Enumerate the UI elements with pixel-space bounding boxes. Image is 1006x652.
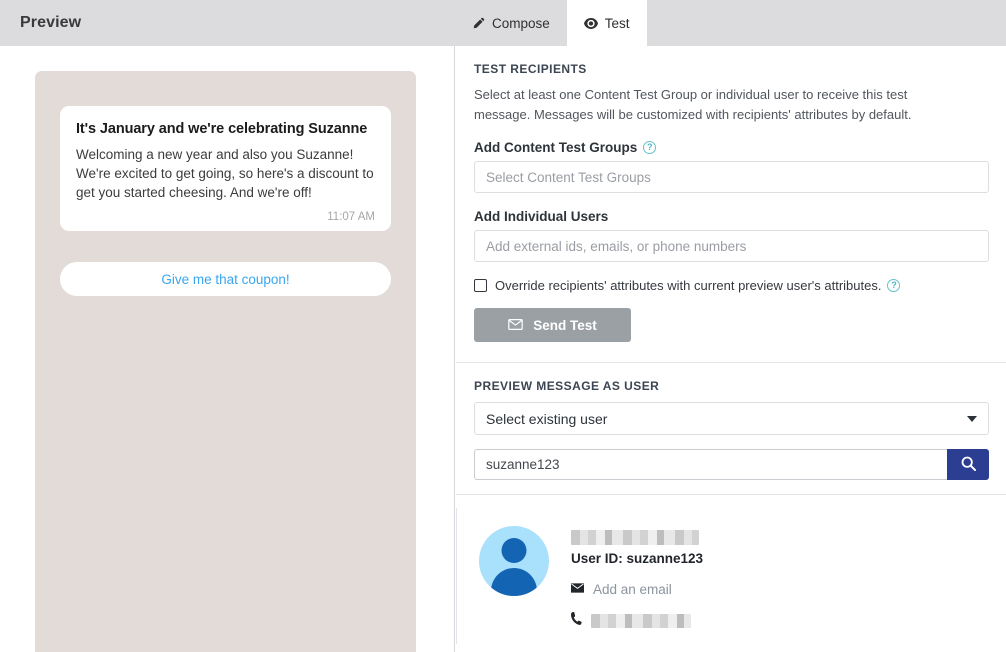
question-circle-icon[interactable]: ? bbox=[643, 141, 657, 155]
individual-users-label-text: Add Individual Users bbox=[474, 209, 609, 225]
page-title: Preview bbox=[20, 14, 82, 31]
individual-users-label: Add Individual Users bbox=[474, 209, 988, 224]
content-test-groups-label: Add Content Test Groups ? bbox=[474, 140, 988, 155]
tab-bar: Compose Test bbox=[455, 0, 647, 46]
message-timestamp: 11:07 AM bbox=[327, 211, 375, 224]
override-attributes-row: Override recipients' attributes with cur… bbox=[474, 278, 988, 293]
preview-user-profile: User ID: suzanne123 Add an email bbox=[456, 508, 1006, 645]
test-recipients-section: TEST RECIPIENTS Select at least one Cont… bbox=[456, 46, 1006, 343]
existing-user-select-wrap: Select existing user bbox=[474, 402, 989, 436]
user-name-redacted bbox=[571, 530, 699, 546]
content-test-groups-input[interactable] bbox=[474, 161, 989, 194]
preview-as-user-heading: PREVIEW MESSAGE AS USER bbox=[474, 379, 660, 394]
tab-compose-label: Compose bbox=[492, 15, 550, 31]
preview-as-user-section: PREVIEW MESSAGE AS USER Select existing … bbox=[456, 363, 1006, 481]
envelope-icon bbox=[508, 318, 524, 333]
override-attributes-label-text: Override recipients' attributes with cur… bbox=[495, 278, 882, 294]
test-recipients-heading: TEST RECIPIENTS bbox=[474, 62, 587, 76]
existing-user-select[interactable]: Select existing user bbox=[474, 402, 989, 436]
envelope-icon bbox=[571, 580, 584, 598]
user-phone-redacted bbox=[591, 614, 691, 629]
add-email-link[interactable]: Add an email bbox=[593, 582, 672, 597]
coupon-cta-button[interactable]: Give me that coupon! bbox=[60, 262, 391, 296]
user-id-label: User ID: suzanne123 bbox=[571, 551, 704, 567]
profile-details: User ID: suzanne123 Add an email bbox=[571, 526, 703, 644]
user-search-input[interactable] bbox=[474, 449, 947, 481]
send-test-label: Send Test bbox=[533, 317, 597, 333]
individual-users-input[interactable] bbox=[474, 230, 989, 263]
profile-divider bbox=[456, 494, 1006, 496]
top-bar: Preview Compose Test bbox=[0, 0, 1006, 46]
test-settings-pane: TEST RECIPIENTS Select at least one Cont… bbox=[456, 46, 1006, 652]
override-attributes-label: Override recipients' attributes with cur… bbox=[495, 278, 901, 294]
preview-pane: It's January and we're celebrating Suzan… bbox=[0, 46, 455, 652]
device-frame: It's January and we're celebrating Suzan… bbox=[35, 71, 416, 652]
message-card: It's January and we're celebrating Suzan… bbox=[60, 106, 391, 232]
tab-test[interactable]: Test bbox=[566, 0, 647, 46]
send-test-button[interactable]: Send Test bbox=[474, 308, 631, 343]
user-avatar-icon bbox=[479, 526, 549, 597]
test-recipients-description: Select at least one Content Test Group o… bbox=[474, 87, 912, 123]
tab-compose[interactable]: Compose bbox=[455, 0, 567, 46]
question-circle-icon[interactable]: ? bbox=[887, 279, 901, 293]
message-title: It's January and we're celebrating Suzan… bbox=[76, 121, 368, 137]
message-body: Welcoming a new year and also you Suzann… bbox=[76, 146, 374, 200]
user-search-row bbox=[474, 449, 989, 481]
preview-test-screen: Preview Compose Test It's January and we… bbox=[0, 0, 1006, 652]
eye-icon bbox=[583, 17, 598, 30]
email-row: Add an email bbox=[571, 580, 703, 598]
phone-icon bbox=[571, 612, 582, 630]
search-icon bbox=[961, 456, 976, 474]
content-test-groups-label-text: Add Content Test Groups bbox=[474, 140, 638, 156]
phone-row bbox=[571, 612, 703, 630]
pencil-icon bbox=[472, 17, 485, 30]
override-attributes-checkbox[interactable] bbox=[474, 279, 487, 293]
tab-test-label: Test bbox=[604, 15, 630, 31]
user-search-button[interactable] bbox=[947, 449, 989, 481]
